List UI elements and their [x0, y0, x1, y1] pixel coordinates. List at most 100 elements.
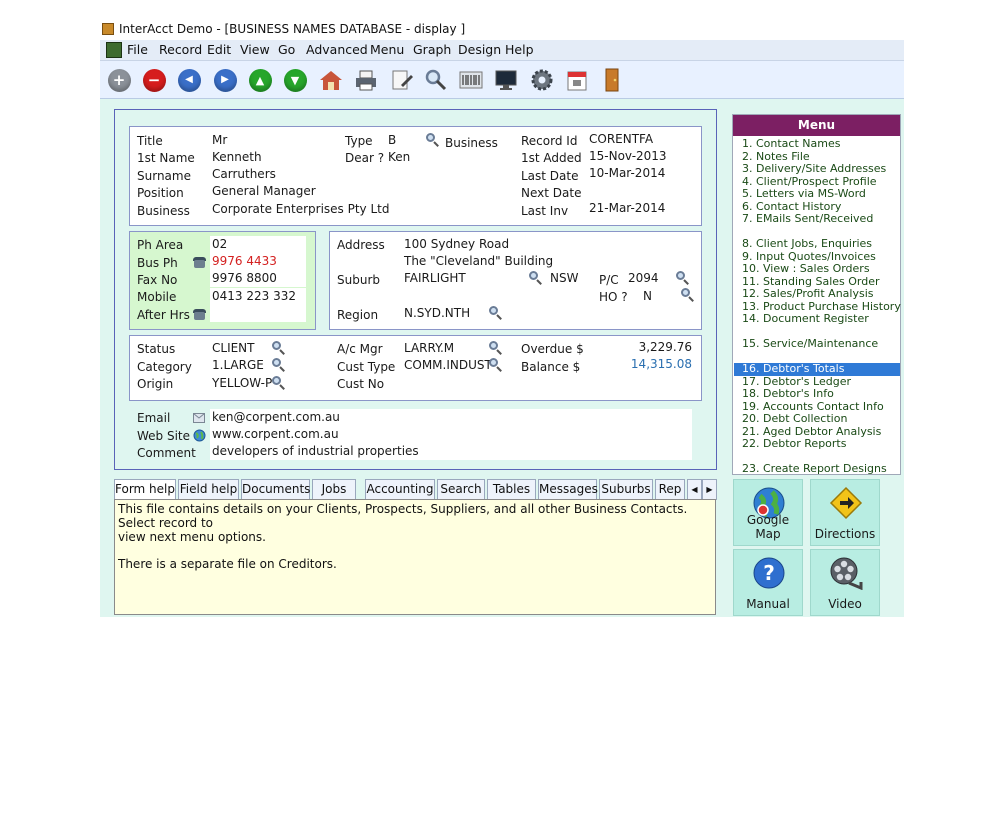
menu-advanced[interactable]: Advanced [306, 42, 368, 57]
menu-edit[interactable]: Edit [207, 42, 231, 57]
tab-reports[interactable]: Rep [655, 479, 685, 500]
firstadded-label: 1st Added [521, 151, 582, 165]
ho-lookup-icon[interactable] [681, 288, 695, 302]
tab-jobs[interactable]: Jobs [312, 479, 356, 500]
type-lookup-icon[interactable] [426, 133, 440, 147]
print-button[interactable] [353, 67, 379, 93]
tab-messages[interactable]: Messages [538, 479, 598, 500]
barcode-button[interactable] [458, 67, 484, 93]
globe-icon[interactable] [193, 429, 206, 442]
menu-item-report-designs[interactable]: 23. Create Report Designs [734, 463, 900, 476]
first-record-button[interactable]: ◀ [176, 67, 202, 93]
fax-field[interactable]: 9976 8800 [210, 270, 306, 287]
phone-icon[interactable] [193, 309, 207, 321]
surname-label: Surname [137, 169, 191, 183]
surname-field[interactable]: Carruthers [210, 166, 306, 183]
screen-button[interactable] [493, 67, 519, 93]
tab-form-help[interactable]: Form help [114, 479, 176, 501]
menu-item-debt-collection[interactable]: 20. Debt Collection [734, 413, 900, 426]
menu-item-document-register[interactable]: 14. Document Register [734, 313, 900, 326]
custtype-lookup-icon[interactable] [489, 358, 503, 372]
envelope-icon[interactable] [193, 412, 206, 424]
previous-record-button[interactable]: ▲ [247, 67, 273, 93]
menu-file[interactable]: File [127, 42, 148, 57]
type-label: Type [345, 134, 373, 148]
document-edit-icon [392, 70, 413, 90]
chevron-right-icon: ▶ [706, 485, 713, 494]
status-lookup-icon[interactable] [272, 341, 286, 355]
tab-search[interactable]: Search [437, 479, 485, 500]
document-icon[interactable] [106, 42, 122, 58]
video-button[interactable]: Video [810, 549, 880, 616]
menu-item-debtor-reports[interactable]: 22. Debtor Reports [734, 438, 900, 451]
position-field[interactable]: General Manager [210, 183, 499, 200]
title-field[interactable]: Mr [210, 132, 306, 149]
acmgr-lookup-icon[interactable] [489, 341, 503, 355]
category-lookup-icon[interactable] [272, 358, 286, 372]
menu-item-delivery-addresses[interactable]: 3. Delivery/Site Addresses [734, 163, 900, 176]
tab-field-help[interactable]: Field help [178, 479, 239, 500]
suburb-field[interactable]: FAIRLIGHT [402, 270, 522, 287]
calendar-button[interactable] [564, 67, 590, 93]
exit-button[interactable] [599, 67, 625, 93]
address-line1-field[interactable]: 100 Sydney Road [402, 236, 692, 253]
suburb-lookup-icon[interactable] [529, 271, 543, 285]
region-lookup-icon[interactable] [489, 306, 503, 320]
type-field[interactable]: B [386, 132, 422, 149]
comment-field[interactable]: developers of industrial properties [210, 443, 692, 460]
tab-tables[interactable]: Tables [487, 479, 536, 500]
pharea-field[interactable]: 02 [210, 236, 306, 253]
menu-item-emails[interactable]: 7. EMails Sent/Received [734, 213, 900, 226]
menu-design[interactable]: Design [458, 42, 501, 57]
menu-record[interactable]: Record [159, 42, 202, 57]
delete-record-button[interactable]: − [141, 67, 167, 93]
google-map-label: Google Map [746, 513, 790, 541]
website-field[interactable]: www.corpent.com.au [210, 426, 692, 443]
dear-field[interactable]: Ken [386, 149, 499, 166]
tab-accounting[interactable]: Accounting [365, 479, 435, 500]
tab-suburbs[interactable]: Suburbs [599, 479, 653, 500]
menu-go[interactable]: Go [278, 42, 295, 57]
address-line2-field[interactable]: The "Cleveland" Building [402, 253, 692, 270]
menu-item-debtors-info[interactable]: 18. Debtor's Info [734, 388, 900, 401]
position-label: Position [137, 186, 184, 200]
origin-lookup-icon[interactable] [272, 376, 286, 390]
add-record-button[interactable]: + [106, 67, 132, 93]
firstname-field[interactable]: Kenneth [210, 149, 306, 166]
tab-documents[interactable]: Documents [241, 479, 310, 500]
menu-graph[interactable]: Graph [413, 42, 451, 57]
menu-item-letters[interactable]: 5. Letters via MS-Word [734, 188, 900, 201]
menu-help[interactable]: Help [505, 42, 534, 57]
busph-field[interactable]: 9976 4433 [210, 253, 306, 270]
next-record-button[interactable]: ▼ [282, 67, 308, 93]
mobile-field[interactable]: 0413 223 332 [210, 288, 306, 305]
menu-item-debtors-totals[interactable]: 16. Debtor's Totals [734, 363, 900, 376]
phone-icon[interactable] [193, 257, 207, 269]
menu-item-sales-orders[interactable]: 10. View : Sales Orders [734, 263, 900, 276]
menu-item-client-jobs[interactable]: 8. Client Jobs, Enquiries [734, 238, 900, 251]
home-button[interactable] [318, 67, 344, 93]
directions-label: Directions [814, 527, 876, 541]
tab-scroll-right[interactable]: ▶ [702, 479, 717, 500]
email-field[interactable]: ken@corpent.com.au [210, 409, 692, 426]
menu-item-contact-names[interactable]: 1. Contact Names [734, 138, 900, 151]
custno-field[interactable] [402, 375, 506, 392]
svg-text:?: ? [763, 561, 775, 585]
search-button[interactable] [423, 67, 449, 93]
menu-item-service[interactable]: 15. Service/Maintenance [734, 338, 900, 351]
google-map-button[interactable]: Google Map [733, 479, 803, 546]
business-field[interactable]: Corporate Enterprises Pty Ltd [210, 201, 499, 218]
manual-button[interactable]: ? Manual [733, 549, 803, 616]
directions-button[interactable]: Directions [810, 479, 880, 546]
pc-lookup-icon[interactable] [676, 271, 690, 285]
menu-menu[interactable]: Menu [370, 42, 404, 57]
afterhrs-field[interactable] [210, 305, 306, 322]
edit-button[interactable] [388, 67, 414, 93]
ho-field[interactable]: N [641, 288, 672, 305]
pc-field[interactable]: 2094 [626, 270, 672, 287]
tab-scroll-left[interactable]: ◀ [687, 479, 702, 500]
menu-view[interactable]: View [240, 42, 270, 57]
menu-item-sales-profit[interactable]: 12. Sales/Profit Analysis [734, 288, 900, 301]
settings-button[interactable] [529, 67, 555, 93]
last-record-button[interactable]: ▶ [212, 67, 238, 93]
